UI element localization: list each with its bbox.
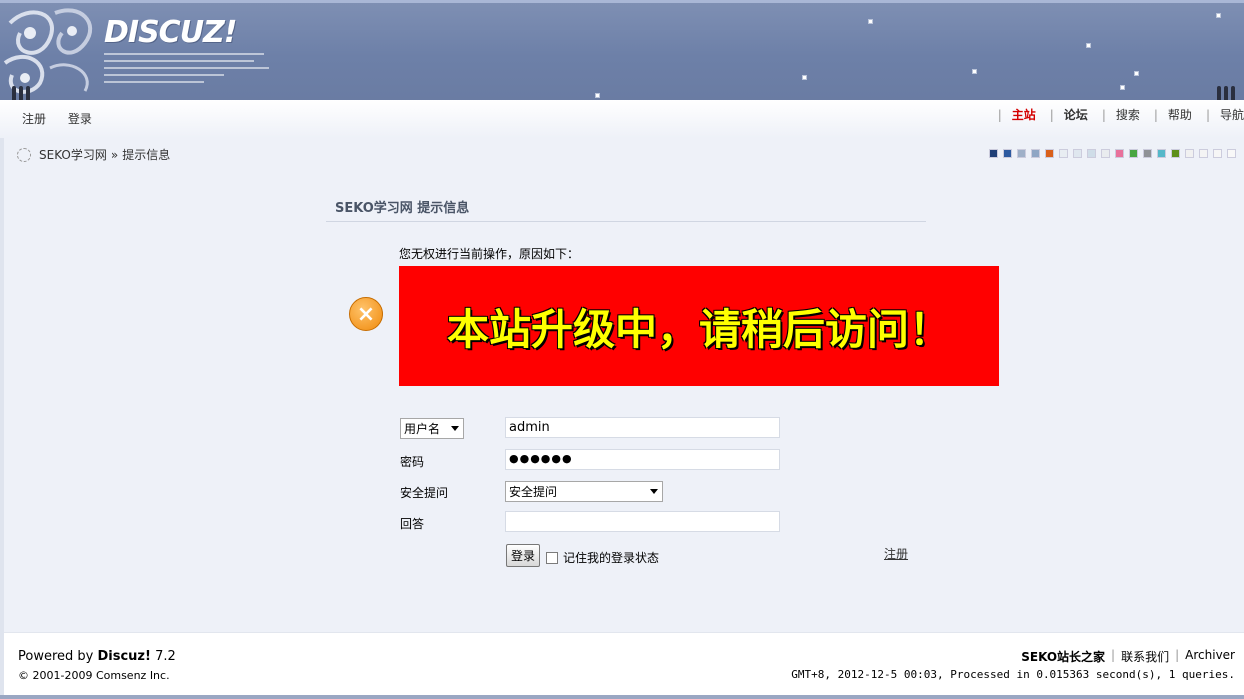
- security-question-label: 安全提问: [400, 486, 449, 500]
- message-title: SEKO学习网 提示信息: [326, 192, 926, 222]
- answer-label: 回答: [400, 517, 425, 531]
- snowflake: [972, 69, 977, 74]
- discuz-logo[interactable]: DISCUZ!: [104, 15, 237, 50]
- style-swatch[interactable]: [1031, 149, 1040, 158]
- main-nav: | 主站 | 论坛 | 搜索 | 帮助 | 导航: [997, 106, 1244, 123]
- footer-link-home[interactable]: SEKO站长之家: [1021, 648, 1105, 665]
- style-swatch[interactable]: [1045, 149, 1054, 158]
- style-swatch[interactable]: [1143, 149, 1152, 158]
- processing-info: GMT+8, 2012-12-5 00:03, Processed in 0.0…: [791, 668, 1235, 681]
- footer-link-archiver[interactable]: Archiver: [1185, 648, 1235, 665]
- style-swatch[interactable]: [1073, 149, 1082, 158]
- login-field-select-value: 用户名: [404, 422, 441, 436]
- snowflake: [595, 93, 600, 98]
- style-swatch[interactable]: [1171, 149, 1180, 158]
- remember-me: 记住我的登录状态: [546, 549, 659, 566]
- style-swatch[interactable]: [1213, 149, 1222, 158]
- header-banner: DISCUZ!: [0, 0, 1244, 100]
- security-question-select[interactable]: 安全提问: [505, 481, 663, 502]
- security-question-select-value: 安全提问: [509, 485, 558, 499]
- snowflake: [802, 75, 807, 80]
- chevron-down-icon: [451, 426, 459, 431]
- style-swatch[interactable]: [1129, 149, 1138, 158]
- loading-spinner-icon: [17, 147, 31, 162]
- nav-item-forum[interactable]: 论坛: [1064, 106, 1088, 123]
- style-swatch[interactable]: [1199, 149, 1208, 158]
- snowflake: [1120, 85, 1125, 90]
- discuz-version: 7.2: [150, 649, 176, 664]
- nav-item-search[interactable]: 搜索: [1116, 106, 1140, 123]
- bottom-edge: [0, 695, 1244, 699]
- footer: Powered by Discuz! 7.2 © 2001-2009 Comse…: [4, 632, 1244, 699]
- breadcrumb-separator: »: [110, 147, 119, 162]
- snowflake: [868, 19, 873, 24]
- style-swatch[interactable]: [1087, 149, 1096, 158]
- nav-item-help[interactable]: 帮助: [1168, 106, 1192, 123]
- powered-by: Powered by Discuz! 7.2: [18, 649, 176, 664]
- user-links: 注册 登录: [22, 110, 110, 127]
- discuz-brand-link[interactable]: Discuz!: [97, 649, 150, 664]
- login-nav-link[interactable]: 登录: [68, 112, 92, 126]
- chevron-down-icon: [650, 489, 658, 494]
- password-input[interactable]: ●●●●●●: [505, 449, 780, 470]
- style-swatch[interactable]: [1003, 149, 1012, 158]
- logo-fine-print: [104, 53, 274, 88]
- register-nav-link[interactable]: 注册: [22, 112, 46, 126]
- footer-links: SEKO站长之家 | 联系我们 | Archiver: [1021, 648, 1235, 665]
- style-swatch[interactable]: [1059, 149, 1068, 158]
- answer-input[interactable]: [505, 511, 780, 532]
- nav-item-navigation[interactable]: 导航: [1220, 106, 1244, 123]
- remember-me-label: 记住我的登录状态: [563, 551, 660, 565]
- snowflake: [1086, 43, 1091, 48]
- style-swatch[interactable]: [1227, 149, 1236, 158]
- style-swatch[interactable]: [1115, 149, 1124, 158]
- style-switcher: [984, 149, 1236, 158]
- message-reason: 您无权进行当前操作，原因如下：: [399, 247, 580, 261]
- breadcrumb: SEKO学习网 » 提示信息: [17, 146, 170, 163]
- style-swatch[interactable]: [1157, 149, 1166, 158]
- breadcrumb-site-link[interactable]: SEKO学习网: [39, 146, 107, 163]
- username-input[interactable]: [505, 417, 780, 438]
- login-button[interactable]: 登录: [506, 544, 540, 567]
- style-swatch[interactable]: [1101, 149, 1110, 158]
- powered-by-prefix: Powered by: [18, 649, 98, 664]
- remember-me-checkbox[interactable]: [546, 551, 558, 564]
- login-field-select[interactable]: 用户名: [400, 418, 464, 439]
- style-swatch[interactable]: [1185, 149, 1194, 158]
- style-swatch[interactable]: [1017, 149, 1026, 158]
- snowflake: [1216, 13, 1221, 18]
- register-link[interactable]: 注册: [884, 545, 908, 562]
- upgrade-notice-text: 本站升级中，请稍后访问！: [446, 304, 951, 354]
- footer-link-contact[interactable]: 联系我们: [1121, 648, 1169, 665]
- upgrade-notice-banner: 本站升级中，请稍后访问！: [399, 266, 999, 386]
- copyright: © 2001-2009 Comsenz Inc.: [18, 669, 170, 682]
- nav-item-main-site[interactable]: 主站: [1012, 106, 1036, 123]
- password-label: 密码: [400, 455, 425, 469]
- error-x-icon: ×: [349, 297, 383, 331]
- snowflake: [1134, 71, 1139, 76]
- style-swatch[interactable]: [989, 149, 998, 158]
- breadcrumb-current: 提示信息: [122, 148, 171, 162]
- nav-bar: 注册 登录 | 主站 | 论坛 | 搜索 | 帮助 | 导航: [0, 100, 1244, 138]
